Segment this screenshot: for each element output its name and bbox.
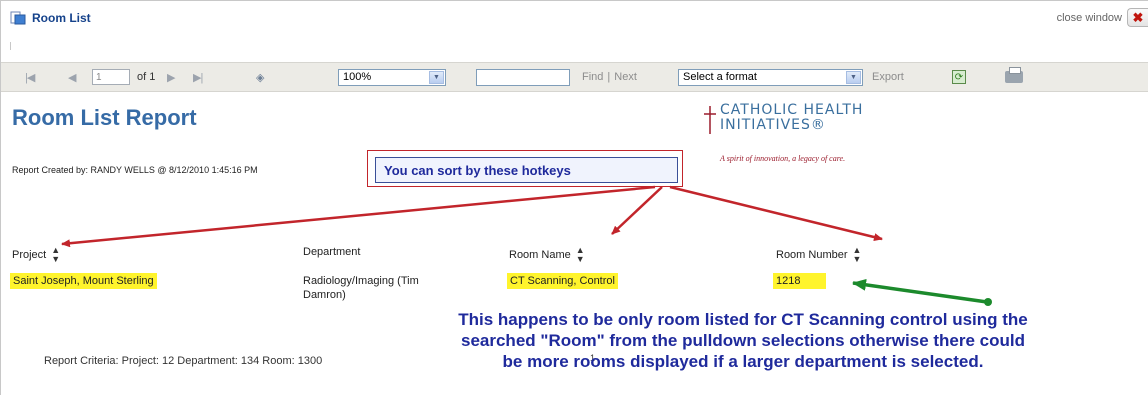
arrow-origin-dot xyxy=(984,298,992,306)
annotation-arrows xyxy=(61,185,992,306)
arrow-to-room-number-value xyxy=(852,278,988,304)
arrow-to-project-sort xyxy=(61,185,656,248)
arrow-to-room-name-sort xyxy=(611,186,663,235)
arrow-to-room-number-sort xyxy=(669,185,883,241)
